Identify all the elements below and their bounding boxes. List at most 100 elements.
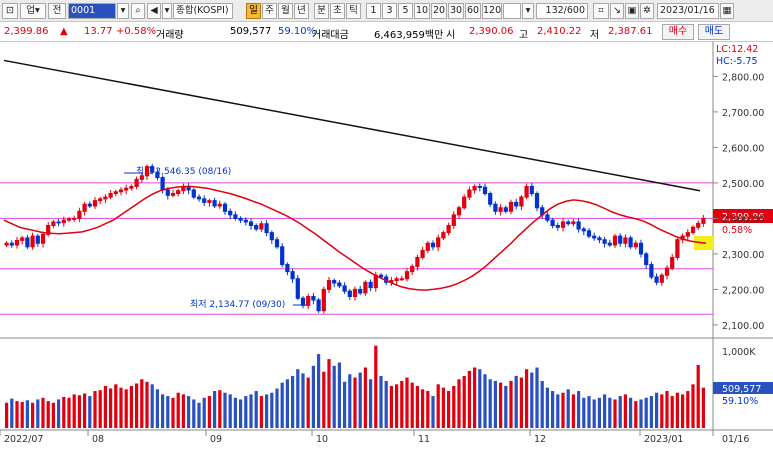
volume-bar (192, 399, 196, 428)
chart-settings-icon[interactable]: ⌗ (593, 3, 609, 19)
volume-bar (353, 377, 357, 428)
candle-body (155, 171, 160, 179)
minute-10[interactable]: 10 (414, 3, 430, 19)
volume-bar (602, 394, 607, 428)
candle-body (628, 237, 633, 248)
volume-bar (176, 392, 180, 428)
price-axis-label: 2,800.00 (722, 72, 764, 83)
volume-bar (363, 367, 368, 428)
volume-bar (550, 391, 555, 428)
candle-body (618, 235, 623, 244)
speaker-icon[interactable]: ◀ (147, 3, 161, 19)
volume-bar (493, 380, 498, 428)
period-year[interactable]: 년 (294, 3, 309, 19)
candle-body (150, 166, 155, 173)
volume-bar (498, 382, 503, 428)
volume-bar (519, 377, 524, 428)
data-count-field[interactable]: 132/600 (536, 3, 588, 19)
candle-body (35, 235, 40, 244)
change-percent: +0.58% (116, 26, 157, 37)
candle-body (311, 296, 316, 301)
candle-body-fill (140, 175, 144, 180)
market-type-dropdown[interactable]: 업▾ (20, 3, 46, 19)
amount-label: 거래대금 (312, 30, 349, 41)
search-icon[interactable]: ⌕ (131, 3, 145, 19)
volume-bar (207, 396, 212, 428)
volume-bar (285, 379, 290, 428)
volume-bar (535, 367, 539, 428)
date-value: 2023/01/16 (660, 5, 715, 16)
volume-bar (436, 384, 440, 428)
period-minute[interactable]: 분 (314, 3, 329, 19)
candle-body (358, 288, 363, 294)
gear-icon[interactable]: ✲ (640, 3, 654, 19)
market-code-input[interactable]: 0001 (68, 3, 116, 19)
minute-120[interactable]: 120 (482, 3, 502, 19)
market-select-icon[interactable]: ⊡ (2, 3, 18, 19)
candle-body (347, 290, 352, 298)
time-axis-label: 09 (210, 434, 222, 445)
period-year-label: 년 (297, 5, 306, 16)
volume-bar (62, 396, 66, 428)
minute-5[interactable]: 5 (398, 3, 413, 19)
custom-period-dropdown-icon[interactable]: ▾ (522, 3, 534, 19)
period-week[interactable]: 주 (262, 3, 277, 19)
candle-body (550, 219, 555, 227)
volume-bar (410, 382, 414, 428)
volume-bar (514, 375, 518, 428)
minute-30[interactable]: 30 (448, 3, 464, 19)
date-input[interactable]: 2023/01/16 (657, 3, 719, 19)
candle-body (228, 210, 233, 216)
candle-body (248, 221, 254, 226)
candle-body-fill (93, 200, 97, 206)
candle-body (222, 203, 228, 212)
volume-bar (249, 394, 253, 428)
open-label: 시 (446, 30, 456, 41)
period-day-label: 일 (249, 5, 258, 16)
period-month[interactable]: 월 (278, 3, 293, 19)
candle-body-fill (62, 220, 66, 223)
candle-body-fill (623, 237, 628, 244)
period-second-label: 초 (333, 5, 342, 16)
market-code-dropdown-icon[interactable]: ▾ (117, 3, 129, 19)
sell-button[interactable]: 매도 (698, 24, 730, 40)
price-chart[interactable]: LC:12.42 HC:-5.75 2,399.86 0.58% 최고 2,54… (0, 42, 773, 452)
indicator-icon[interactable]: ↘ (610, 3, 624, 19)
candle-body (534, 193, 540, 209)
candle-body-fill (452, 214, 456, 226)
open-value: 2,390.06 (469, 26, 514, 37)
chart-window: ⊡ 업▾ 전 0001 ▾ ⌕ ◀ ▾ 종합(KOSPI) 일 주 월 년 분 … (0, 0, 773, 452)
period-tick[interactable]: 틱 (346, 3, 361, 19)
candle-body (56, 221, 61, 224)
minute-60[interactable]: 60 (465, 3, 481, 19)
period-day[interactable]: 일 (246, 3, 261, 19)
chart-area[interactable]: LC:12.42 HC:-5.75 2,399.86 0.58% 최고 2,54… (0, 42, 773, 452)
minute-20[interactable]: 20 (431, 3, 447, 19)
volume-bar (280, 382, 284, 428)
price-axis-label: 2,200.00 (722, 285, 764, 296)
volume-bar (25, 400, 30, 428)
save-icon[interactable]: ▣ (625, 3, 639, 19)
volume-bar (103, 386, 108, 428)
buy-button[interactable]: 매수 (662, 24, 694, 40)
period-second[interactable]: 초 (330, 3, 345, 19)
volume-bar (478, 369, 482, 428)
volume-bar (368, 379, 373, 428)
candle-body-fill (394, 278, 399, 281)
volume-bar (665, 391, 669, 428)
calendar-icon[interactable]: ▦ (720, 3, 734, 19)
speaker-dropdown-icon[interactable]: ▾ (162, 3, 172, 19)
candle-body-fill (400, 278, 404, 280)
candle-body (269, 232, 274, 241)
candle-body (586, 230, 592, 237)
volume-bar (332, 365, 336, 428)
volume-bar (597, 397, 602, 428)
custom-period-input[interactable] (503, 3, 521, 19)
candle-body-fill (665, 268, 669, 276)
candle-body-fill (420, 250, 425, 258)
volume-bar (467, 370, 472, 428)
minute-1[interactable]: 1 (366, 3, 381, 19)
market-type2-button[interactable]: 전 (48, 3, 66, 19)
volume-bar (51, 402, 56, 428)
minute-3[interactable]: 3 (382, 3, 397, 19)
